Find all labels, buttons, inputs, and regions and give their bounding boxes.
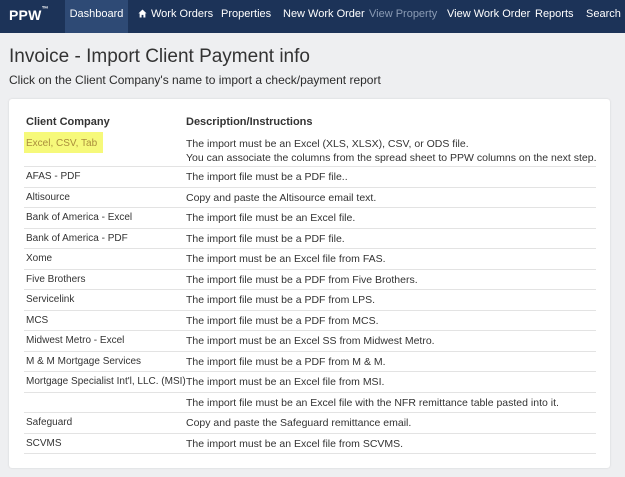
row-description: The import file must be a PDF from LPS. (186, 294, 376, 306)
client-company-link[interactable]: Midwest Metro - Excel (26, 335, 124, 346)
page-title: Invoice - Import Client Payment info (9, 46, 310, 67)
table-row: Safeguard Copy and paste the Safeguard r… (24, 413, 596, 434)
client-company-link[interactable]: MCS (26, 315, 48, 326)
client-company-link[interactable]: M & M Mortgage Services (26, 356, 141, 367)
client-company-link[interactable]: Safeguard (26, 417, 72, 428)
client-company-link[interactable]: Bank of America - Excel (26, 212, 132, 223)
row-description: The import file must be a PDF file. (186, 233, 345, 245)
nav-properties[interactable]: Properties (221, 0, 271, 33)
row-description: The import must be an Excel file from SC… (186, 438, 404, 450)
client-company-link[interactable]: Five Brothers (26, 274, 85, 285)
row-description: Copy and paste the Safeguard remittance … (186, 417, 412, 429)
top-navbar: PPW™ Dashboard Work Orders Properties Ne… (0, 0, 625, 33)
row-description: The import file must be a PDF from MCS. (186, 315, 379, 327)
nav-reports-label[interactable]: Reports (535, 8, 574, 20)
nav-dashboard[interactable]: Dashboard (65, 0, 128, 33)
row-description: Copy and paste the Altisource email text… (186, 192, 377, 204)
brand-text[interactable]: PPW (9, 7, 42, 23)
table-row: Altisource Copy and paste the Altisource… (24, 188, 596, 208)
row-description: The import must be an Excel file from MS… (186, 376, 385, 388)
description-line: You can associate the columns from the s… (186, 152, 597, 164)
description-line: The import must be an Excel (XLS, XLSX),… (186, 138, 469, 150)
row-description: The import must be an Excel file from FA… (186, 253, 386, 265)
table-row: Bank of America - Excel The import file … (24, 208, 596, 229)
table-row: Midwest Metro - Excel The import must be… (24, 331, 596, 352)
brand-trademark: ™ (41, 6, 49, 13)
table-row: M & M Mortgage Services The import file … (24, 352, 596, 372)
row-description: The import file must be a PDF from M & M… (186, 356, 386, 368)
row-description: The import file must be a PDF file.. (186, 171, 348, 183)
home-icon (138, 9, 147, 18)
client-company-link[interactable]: Excel, CSV, Tab (24, 132, 104, 153)
table-row: Servicelink The import file must be a PD… (24, 290, 596, 311)
column-header-description: Description/Instructions (186, 116, 313, 128)
client-company-link[interactable]: Altisource (26, 192, 70, 203)
nav-work-orders[interactable]: Work Orders (138, 0, 213, 33)
client-company-link[interactable]: Servicelink (26, 294, 74, 305)
row-description: The import file must be an Excel file. (186, 212, 356, 224)
row-description: The import file must be an Excel file wi… (186, 397, 559, 409)
brand-logo[interactable]: PPW™ (9, 6, 49, 23)
nav-new-work-order[interactable]: New Work Order (283, 0, 365, 33)
nav-reports[interactable]: Reports (535, 0, 574, 33)
table-row: Mortgage Specialist Int'l, LLC. (MSI) Th… (24, 372, 596, 393)
nav-search[interactable]: Search (586, 0, 621, 33)
column-header-client-company: Client Company (26, 116, 110, 128)
nav-work-orders-label[interactable]: Work Orders (151, 8, 213, 20)
table-row: Excel, CSV, Tab The import must be an Ex… (24, 132, 597, 167)
nav-search-label[interactable]: Search (586, 8, 621, 20)
page-subtitle: Click on the Client Company's name to im… (9, 73, 381, 87)
nav-view-property: View Property (369, 0, 437, 33)
nav-dashboard-label[interactable]: Dashboard (70, 8, 124, 20)
client-company-link[interactable]: Mortgage Specialist Int'l, LLC. (MSI) (26, 376, 186, 387)
client-import-card: Client Company Description/Instructions … (9, 99, 610, 468)
row-description: The import must be an Excel (XLS, XLSX),… (186, 137, 597, 165)
table-row: Five Brothers The import file must be a … (24, 270, 596, 290)
client-company-link[interactable]: AFAS - PDF (26, 171, 80, 182)
table-row: Bank of America - PDF The import file mu… (24, 229, 596, 249)
table-row: SCVMS The import must be an Excel file f… (24, 434, 596, 454)
nav-view-work-order-label[interactable]: View Work Order (447, 8, 530, 20)
table-row: The import file must be an Excel file wi… (24, 393, 596, 413)
client-company-link[interactable]: Xome (26, 253, 52, 264)
table-row: MCS The import file must be a PDF from M… (24, 311, 596, 331)
nav-view-work-order[interactable]: View Work Order (447, 0, 530, 33)
row-description: The import file must be a PDF from Five … (186, 274, 418, 286)
table-row: Xome The import must be an Excel file fr… (24, 249, 596, 270)
row-description: The import must be an Excel SS from Midw… (186, 335, 435, 347)
nav-new-work-order-label[interactable]: New Work Order (283, 8, 365, 20)
nav-view-property-label: View Property (369, 8, 438, 20)
nav-properties-label[interactable]: Properties (221, 8, 271, 20)
client-company-link[interactable]: Bank of America - PDF (26, 233, 128, 244)
table-row: AFAS - PDF The import file must be a PDF… (24, 167, 596, 188)
client-company-link[interactable]: SCVMS (26, 438, 62, 449)
